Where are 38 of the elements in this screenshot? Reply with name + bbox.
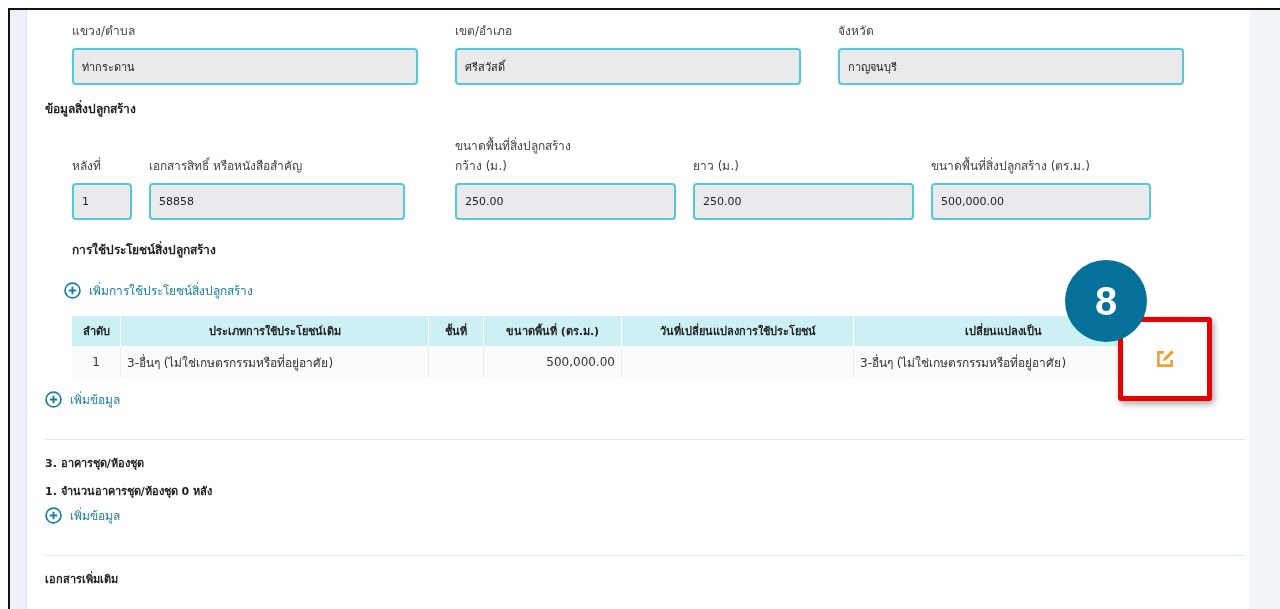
add-data-link[interactable]: เพิ่มข้อมูล xyxy=(70,506,120,525)
table-cell: 3-อื่นๆ (ไม่ใช่เกษตรกรรมหรือที่อยู่อาศัย) xyxy=(127,355,334,370)
input-field[interactable]: กาญจนบุรี xyxy=(838,48,1184,85)
input-field[interactable]: 250.00 xyxy=(693,183,914,220)
table-cell: 1 xyxy=(92,355,100,369)
table-cell: 3-อื่นๆ (ไม่ใช่เกษตรกรรมหรือที่อยู่อาศัย) xyxy=(860,355,1067,370)
field-label: ขนาดพื้นที่สิ่งปลูกสร้าง (ตร.ม.) xyxy=(931,156,1091,176)
section-title: เอกสารเพิ่มเติม xyxy=(45,570,119,588)
column-header: วันที่เปลี่ยนแปลงการใช้ประโยชน์ xyxy=(621,316,854,346)
field-label: แขวง/ตำบล xyxy=(72,23,137,40)
column-header: ชั้นที่ xyxy=(428,316,484,346)
count-text: 1. จำนวนอาคารชุด/ห้องชุด 0 หลัง xyxy=(45,484,213,500)
subsection-title: การใช้ประโยชน์สิ่งปลูกสร้าง xyxy=(72,240,217,259)
field-label: เขต/อำเภอ xyxy=(455,23,514,40)
add-usage-link[interactable]: เพิ่มการใช้ประโยชน์สิ่งปลูกสร้าง xyxy=(89,281,253,300)
input-field[interactable]: 58858 xyxy=(149,183,405,220)
column-header: ประเภทการใช้ประโยชน์เดิม xyxy=(120,316,429,346)
input-field[interactable]: 500,000.00 xyxy=(931,183,1151,220)
field-label: ยาว (ม.) xyxy=(693,158,740,175)
field-label: กว้าง (ม.) xyxy=(455,158,508,175)
input-field[interactable]: 250.00 xyxy=(455,183,676,220)
step-badge: 8 xyxy=(1065,260,1147,342)
field-label: จังหวัด xyxy=(838,23,875,40)
add-circle-icon[interactable] xyxy=(45,507,62,524)
input-field[interactable]: ท่ากระดาน xyxy=(72,48,418,85)
section-title: 3. อาคารชุด/ห้องชุด xyxy=(45,456,145,472)
table-cell: 500,000.00 xyxy=(546,355,615,369)
field-label: หลังที่ xyxy=(72,156,102,175)
field-label: เอกสารสิทธิ์ หรือหนังสือสำคัญ xyxy=(149,156,303,175)
add-circle-icon[interactable] xyxy=(64,282,81,299)
column-header: ขนาดพื้นที่ (ตร.ม.) xyxy=(483,316,622,346)
add-data-link[interactable]: เพิ่มข้อมูล xyxy=(70,390,120,409)
column-header: ลำดับ xyxy=(72,316,121,346)
input-field[interactable]: ศรีสวัสดิ์ xyxy=(455,48,801,85)
group-label: ขนาดพื้นที่สิ่งปลูกสร้าง xyxy=(455,136,572,156)
input-field[interactable]: 1 xyxy=(72,183,132,220)
section-title: ข้อมูลสิ่งปลูกสร้าง xyxy=(45,99,137,118)
add-circle-icon[interactable] xyxy=(45,391,62,408)
